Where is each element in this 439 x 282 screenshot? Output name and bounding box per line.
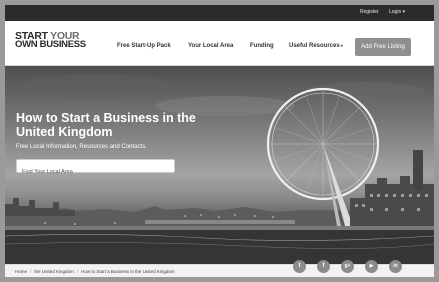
- nav-free-startup-pack[interactable]: Free Start-Up Pack: [117, 43, 171, 49]
- breadcrumb: Home / the United Kingdom / How to Start a B…: [15, 269, 175, 274]
- nav-your-local-area[interactable]: Your Local Area: [188, 43, 233, 49]
- breadcrumb-home[interactable]: Home: [15, 269, 27, 274]
- hero-banner: How to Start a Business in the United Ki…: [5, 66, 434, 264]
- breadcrumb-country[interactable]: the United Kingdom: [34, 269, 74, 274]
- facebook-icon[interactable]: f: [317, 260, 330, 273]
- browser-frame: Register Login ▾ START YOUR OWN BUSINESS…: [5, 5, 434, 277]
- nav-useful-resources[interactable]: Useful Resources▾: [289, 43, 343, 49]
- breadcrumb-separator: /: [30, 269, 32, 274]
- breadcrumb-current: How to Start a Business in the United Ki…: [81, 269, 175, 274]
- nav-useful-resources-label: Useful Resources: [289, 43, 340, 49]
- local-area-search-field[interactable]: [16, 159, 175, 178]
- site-header: START YOUR OWN BUSINESS Free Start-Up Pa…: [5, 21, 434, 66]
- top-bar: Register Login ▾: [5, 5, 434, 21]
- linkedin-icon[interactable]: in: [389, 260, 402, 273]
- local-area-search-input[interactable]: [17, 166, 172, 178]
- register-link[interactable]: Register: [360, 9, 379, 15]
- youtube-icon[interactable]: ▶: [365, 260, 378, 273]
- hero-title: How to Start a Business in the United Ki…: [16, 111, 196, 139]
- twitter-icon[interactable]: t: [293, 260, 306, 273]
- add-free-listing-button[interactable]: Add Free Listing: [355, 38, 411, 56]
- site-logo[interactable]: START YOUR OWN BUSINESS: [15, 31, 86, 50]
- login-label: Login: [389, 9, 402, 15]
- google-plus-icon[interactable]: g+: [341, 260, 354, 273]
- chevron-down-icon: ▾: [340, 43, 343, 48]
- chevron-down-icon: ▾: [402, 9, 406, 15]
- hero-subtitle: Free Local Information, Resources and Co…: [16, 144, 147, 150]
- nav-funding[interactable]: Funding: [250, 43, 274, 49]
- logo-line-2: OWN BUSINESS: [15, 38, 86, 50]
- login-link[interactable]: Login ▾: [389, 9, 405, 15]
- breadcrumb-bar: Home / the United Kingdom / How to Start a B…: [5, 260, 434, 277]
- breadcrumb-separator: /: [76, 269, 79, 274]
